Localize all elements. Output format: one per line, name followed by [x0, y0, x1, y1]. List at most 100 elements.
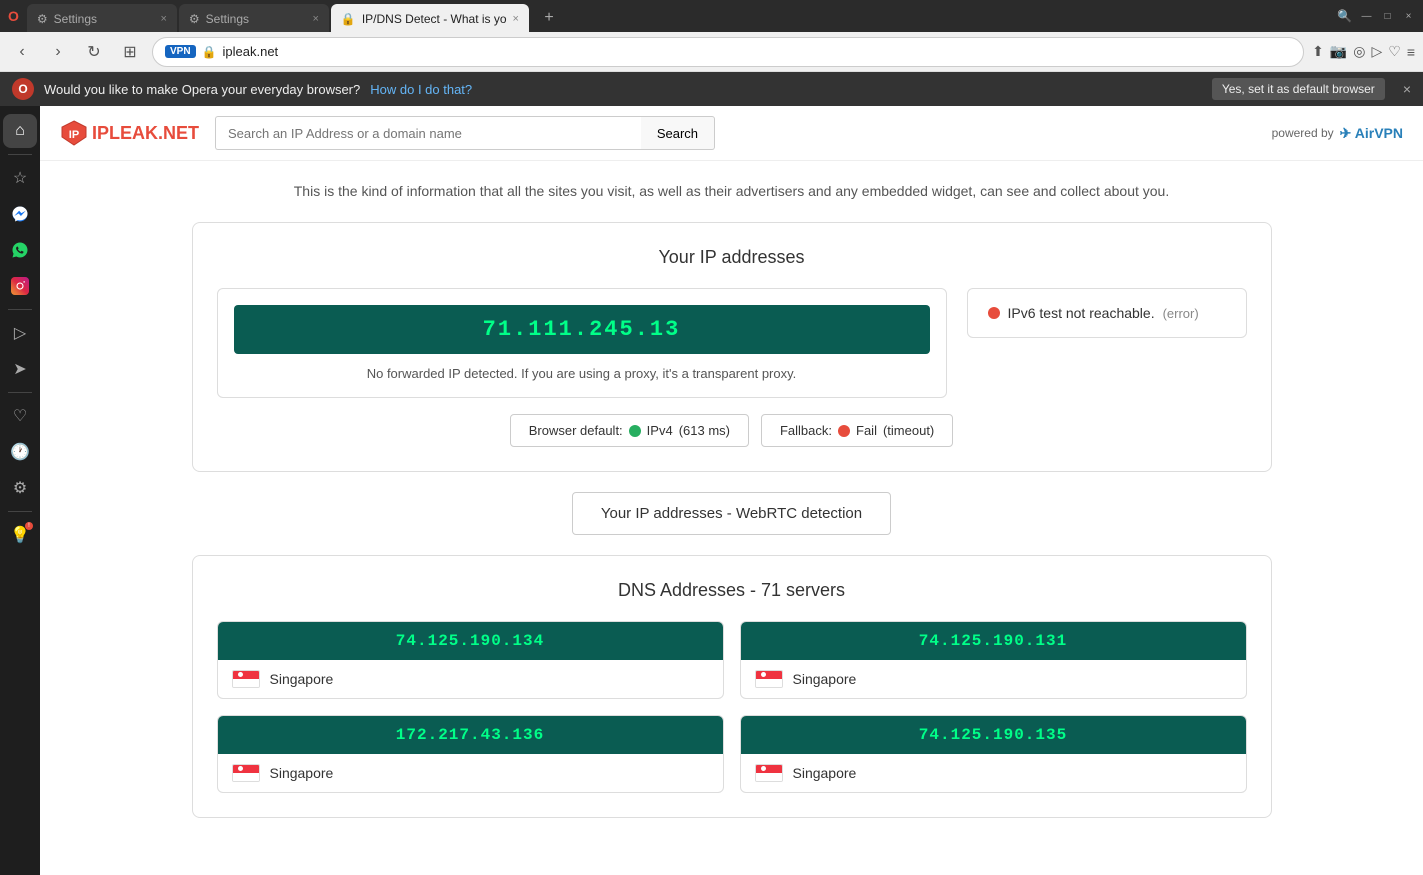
close-button[interactable]: ×: [1402, 10, 1415, 23]
svg-text:IP: IP: [69, 129, 79, 141]
cast-icon[interactable]: ▷: [1371, 43, 1382, 60]
sidebar-item-home[interactable]: ⌂: [3, 114, 37, 148]
tab-label-2: Settings: [206, 12, 249, 26]
ip-card: Your IP addresses 71.111.245.13 No forwa…: [192, 222, 1272, 472]
sidebar-divider-3: [8, 392, 32, 393]
tagline: This is the kind of information that all…: [192, 181, 1272, 202]
dns-country-2: Singapore: [218, 754, 723, 792]
ipv6-box: IPv6 test not reachable. (error): [967, 288, 1247, 338]
window-controls: 🔍 — □ ×: [1337, 9, 1415, 23]
tab-settings-2[interactable]: ⚙ Settings ×: [179, 4, 329, 34]
browser-default-label: Browser default:: [529, 423, 623, 438]
dns-grid: 74.125.190.134 Singapore 74.125.190.131: [217, 621, 1247, 793]
fallback-label: Fallback:: [780, 423, 832, 438]
fallback-result: Fail: [856, 423, 877, 438]
search-icon[interactable]: 🔍: [1337, 9, 1352, 23]
reload-button[interactable]: ↻: [80, 38, 108, 66]
tab-bar: ⚙ Settings × ⚙ Settings × 🔒 IP/DNS Detec…: [19, 0, 1337, 34]
airvpn-logo: ✈ AirVPN: [1340, 125, 1403, 142]
address-input-wrap[interactable]: VPN 🔒 ipleak.net: [152, 37, 1304, 67]
sidebar-item-instagram[interactable]: [3, 269, 37, 303]
sidebar-item-whatsapp[interactable]: [3, 233, 37, 267]
main-layout: ⌂ ☆ ▷ ➤ ♡ 🕐 ⚙ 💡: [0, 106, 1423, 875]
tab-label-3: IP/DNS Detect - What is yo: [362, 12, 507, 26]
sidebar-divider-4: [8, 511, 32, 512]
ip-note: No forwarded IP detected. If you are usi…: [234, 366, 930, 381]
search-button[interactable]: Search: [641, 116, 715, 150]
ipv6-error: (error): [1163, 306, 1199, 321]
forward-button[interactable]: ›: [44, 38, 72, 66]
ipv6-label: IPv6 test not reachable.: [1008, 305, 1155, 321]
dns-ip-1: 74.125.190.131: [741, 622, 1246, 660]
sidebar-item-player[interactable]: ▷: [3, 316, 37, 350]
vpn-badge: VPN: [165, 45, 196, 58]
tab-settings-1[interactable]: ⚙ Settings ×: [27, 4, 177, 34]
search-bar: Search: [215, 116, 715, 150]
browser-default-protocol: IPv4: [647, 423, 673, 438]
extensions-icon[interactable]: ⬆: [1312, 43, 1324, 60]
sidebar-item-history[interactable]: 🕐: [3, 435, 37, 469]
grid-button[interactable]: ⊞: [116, 38, 144, 66]
sidebar-item-bookmarks[interactable]: ☆: [3, 161, 37, 195]
notification-bar: O Would you like to make Opera your ever…: [0, 72, 1423, 106]
dns-country-3: Singapore: [741, 754, 1246, 792]
dns-ip-0: 74.125.190.134: [218, 622, 723, 660]
browser-default-dot: [629, 425, 641, 437]
address-bar: ‹ › ↻ ⊞ VPN 🔒 ipleak.net ⬆ 📷 ◎ ▷ ♡ ≡: [0, 32, 1423, 72]
airvpn-badge: powered by ✈ AirVPN: [1272, 125, 1403, 142]
content-area: This is the kind of information that all…: [132, 161, 1332, 858]
toolbar-right: ⬆ 📷 ◎ ▷ ♡ ≡: [1312, 43, 1415, 60]
tab-close-3[interactable]: ×: [513, 13, 519, 25]
sidebar-item-notifications[interactable]: 💡: [3, 518, 37, 552]
sidebar: ⌂ ☆ ▷ ➤ ♡ 🕐 ⚙ 💡: [0, 106, 40, 875]
back-button[interactable]: ‹: [8, 38, 36, 66]
sidebar-divider-1: [8, 154, 32, 155]
powered-by-text: powered by: [1272, 126, 1334, 140]
dns-item-1: 74.125.190.131 Singapore: [740, 621, 1247, 699]
notification-link[interactable]: How do I do that?: [370, 82, 472, 97]
logo-text: IPLEAK.NET: [92, 123, 199, 144]
browser-logo: O: [8, 8, 19, 24]
ipdns-tab-icon: 🔒: [341, 12, 356, 26]
dns-country-1: Singapore: [741, 660, 1246, 698]
sidebar-item-settings[interactable]: ⚙: [3, 471, 37, 505]
ip-address-display: 71.111.245.13: [234, 305, 930, 354]
settings-tab-icon-2: ⚙: [189, 12, 200, 26]
new-tab-button[interactable]: +: [535, 4, 563, 32]
sidebar-item-messenger[interactable]: [3, 197, 37, 231]
sidebar-item-heart[interactable]: ♡: [3, 399, 37, 433]
tab-ipdns[interactable]: 🔒 IP/DNS Detect - What is yo ×: [331, 4, 529, 34]
maximize-button[interactable]: □: [1381, 10, 1394, 23]
fallback-status: Fallback: Fail (timeout): [761, 414, 953, 447]
dns-country-0: Singapore: [218, 660, 723, 698]
dns-item-3: 74.125.190.135 Singapore: [740, 715, 1247, 793]
tab-close-2[interactable]: ×: [312, 13, 318, 25]
flag-singapore-2: [232, 764, 260, 782]
sidebar-item-send[interactable]: ➤: [3, 352, 37, 386]
browser-default-ms: (613 ms): [679, 423, 730, 438]
minimize-button[interactable]: —: [1360, 10, 1373, 23]
tab-label-1: Settings: [54, 12, 97, 26]
menu-icon[interactable]: ≡: [1407, 44, 1415, 60]
flag-singapore-3: [755, 764, 783, 782]
screenshot-icon[interactable]: 📷: [1330, 43, 1347, 60]
address-url[interactable]: ipleak.net: [223, 44, 1292, 59]
set-default-button[interactable]: Yes, set it as default browser: [1212, 78, 1385, 100]
search-input[interactable]: [215, 116, 641, 150]
ip-card-title: Your IP addresses: [217, 247, 1247, 268]
ipv6-status-dot: [988, 307, 1000, 319]
lock-icon: 🔒: [202, 45, 217, 59]
page-content: IP IPLEAK.NET Search powered by ✈ AirVPN…: [40, 106, 1423, 875]
webrtc-button[interactable]: Your IP addresses - WebRTC detection: [572, 492, 891, 535]
settings-tab-icon-1: ⚙: [37, 12, 48, 26]
bookmark-icon[interactable]: ♡: [1388, 43, 1401, 60]
fallback-dot: [838, 425, 850, 437]
dns-card: DNS Addresses - 71 servers 74.125.190.13…: [192, 555, 1272, 818]
camera-icon[interactable]: ◎: [1353, 43, 1365, 60]
webrtc-section: Your IP addresses - WebRTC detection: [192, 492, 1272, 535]
ip-right-panel: IPv6 test not reachable. (error): [967, 288, 1247, 338]
notification-close[interactable]: ×: [1403, 81, 1411, 97]
dns-item-0: 74.125.190.134 Singapore: [217, 621, 724, 699]
tab-close-1[interactable]: ×: [160, 13, 166, 25]
ip-main-row: 71.111.245.13 No forwarded IP detected. …: [217, 288, 1247, 398]
